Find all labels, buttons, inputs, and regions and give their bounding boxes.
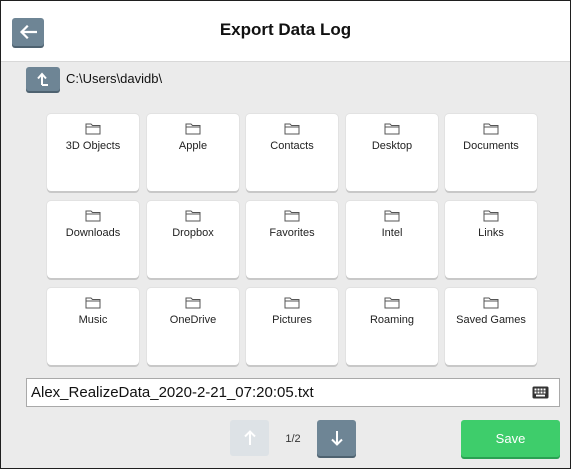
folder-tile[interactable]: Favorites — [246, 201, 338, 278]
folder-label: Favorites — [269, 227, 315, 239]
arrow-up-turn-icon — [37, 72, 48, 86]
keyboard-icon[interactable] — [532, 386, 549, 399]
folder-label: Saved Games — [456, 314, 526, 326]
folder-icon — [384, 123, 400, 135]
folder-icon — [384, 210, 400, 222]
folder-icon — [185, 210, 201, 222]
current-path: C:\Users\davidb\ — [66, 71, 163, 86]
folder-tile[interactable]: Saved Games — [445, 288, 537, 365]
folder-tile[interactable]: Apple — [147, 114, 239, 191]
folder-label: Contacts — [270, 140, 314, 152]
folder-icon — [185, 123, 201, 135]
folder-label: Roaming — [369, 314, 415, 326]
folder-label: Pictures — [272, 314, 312, 326]
arrow-up-icon — [243, 430, 256, 445]
folder-icon — [483, 297, 499, 309]
up-directory-button[interactable] — [26, 67, 60, 91]
folder-tile[interactable]: Pictures — [246, 288, 338, 365]
page-indicator: 1/2 — [285, 433, 301, 445]
folder-tile[interactable]: Links — [445, 201, 537, 278]
folder-tile[interactable]: OneDrive — [147, 288, 239, 365]
folder-icon — [85, 123, 101, 135]
folder-icon — [483, 210, 499, 222]
folder-label: Desktop — [371, 140, 413, 152]
folder-tile[interactable]: Dropbox — [147, 201, 239, 278]
folder-label: Downloads — [65, 227, 121, 239]
filename-field[interactable] — [26, 378, 560, 407]
folder-label: Apple — [178, 140, 208, 152]
save-button[interactable]: Save — [461, 420, 560, 457]
page-up-button[interactable] — [230, 420, 269, 456]
folder-label: Music — [78, 314, 108, 326]
folder-label: Intel — [381, 227, 403, 239]
page-down-button[interactable] — [317, 420, 356, 456]
folder-icon — [483, 123, 499, 135]
folder-tile[interactable]: Music — [47, 288, 139, 365]
folder-label: Links — [478, 227, 504, 239]
folder-label: Dropbox — [172, 227, 214, 239]
folder-label: 3D Objects — [65, 140, 121, 152]
folder-icon — [384, 297, 400, 309]
folder-icon — [85, 297, 101, 309]
folder-tile[interactable]: Downloads — [47, 201, 139, 278]
folder-icon — [284, 123, 300, 135]
folder-tile[interactable]: Desktop — [346, 114, 438, 191]
folder-tile[interactable]: Documents — [445, 114, 537, 191]
folder-label: Documents — [463, 140, 519, 152]
folder-tile[interactable]: Contacts — [246, 114, 338, 191]
folder-icon — [284, 210, 300, 222]
folder-tile[interactable]: Intel — [346, 201, 438, 278]
page-title: Export Data Log — [219, 20, 352, 39]
folder-label: OneDrive — [169, 314, 217, 326]
folder-icon — [185, 297, 201, 309]
arrow-down-icon — [330, 431, 343, 446]
folder-tile[interactable]: Roaming — [346, 288, 438, 365]
folder-icon — [85, 210, 101, 222]
export-dialog: Export Data Log C:\Users\davidb\ 3D Obje… — [0, 0, 571, 469]
folder-icon — [284, 297, 300, 309]
header: Export Data Log — [1, 1, 570, 62]
folder-tile[interactable]: 3D Objects — [47, 114, 139, 191]
filename-input[interactable] — [31, 379, 521, 406]
